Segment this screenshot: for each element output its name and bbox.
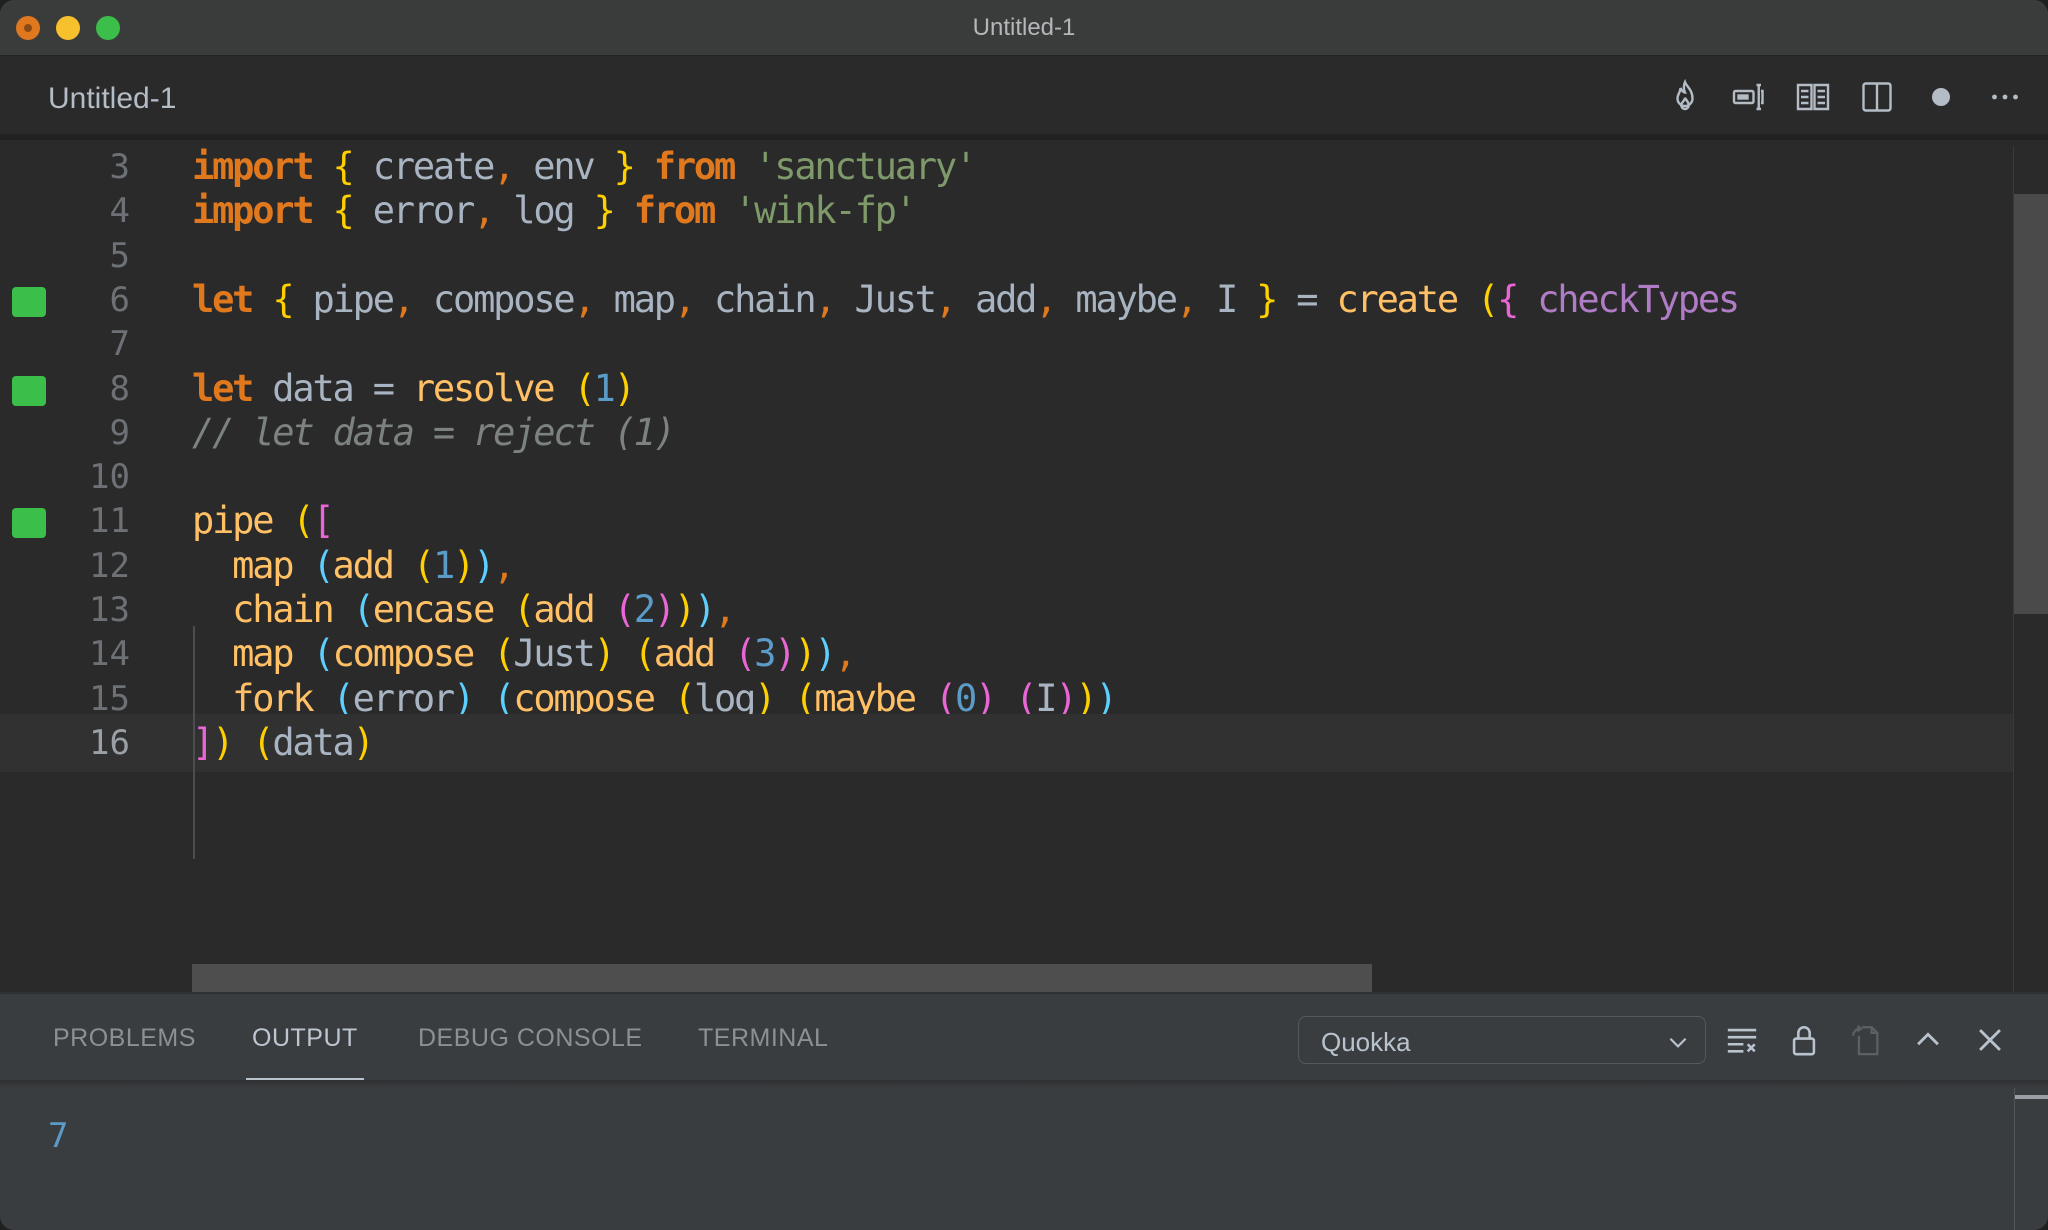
code-token: data — [272, 720, 355, 764]
split-editor-icon[interactable] — [1856, 76, 1898, 118]
line-number: 16 — [89, 722, 130, 763]
editor-window: Untitled-1 Untitled-1 3 import {create,… — [0, 0, 2048, 1230]
coverage-marker — [12, 375, 46, 406]
tab-debug-console[interactable]: DEBUG CONSOLE — [418, 1024, 643, 1053]
panel-scrollbar[interactable] — [2015, 1095, 2048, 1099]
window-title: Untitled-1 — [972, 14, 1076, 41]
tab-untitled-1[interactable]: Untitled-1 — [48, 82, 176, 116]
indent-guide — [193, 626, 195, 859]
coverage-marker — [12, 508, 46, 539]
title-bar: Untitled-1 — [0, 0, 2048, 56]
code-line[interactable]: 16]) (data) — [0, 713, 2014, 772]
code-token: ) — [352, 720, 375, 764]
vertical-scrollbar[interactable] — [2014, 194, 2048, 614]
open-log-file-icon[interactable] — [1844, 1016, 1888, 1064]
more-actions-icon[interactable] — [1984, 76, 2026, 118]
close-panel-icon[interactable] — [1968, 1016, 2012, 1064]
bottom-panel: PROBLEMS OUTPUT DEBUG CONSOLE TERMINAL Q… — [0, 992, 2048, 1230]
unsaved-dot-icon[interactable] — [1920, 76, 1962, 118]
line-code: ]) (data) — [192, 714, 375, 772]
code-token: ) — [212, 720, 234, 764]
panel-scroll-track — [2014, 1088, 2015, 1230]
output-channel-value: Quokka — [1321, 1027, 1411, 1057]
lock-scroll-icon[interactable] — [1782, 1016, 1826, 1064]
output-channel-select[interactable]: Quokka — [1298, 1016, 1706, 1064]
quokka-flame-icon[interactable] — [1664, 76, 1706, 118]
live-share-icon[interactable] — [1728, 76, 1770, 118]
tab-terminal[interactable]: TERMINAL — [698, 1024, 828, 1053]
clear-output-icon[interactable] — [1720, 1016, 1764, 1064]
panel-actions — [1720, 1016, 2012, 1064]
code-token: ( — [252, 720, 274, 764]
code-token: ] — [192, 720, 214, 764]
output-value: 7 — [48, 1116, 69, 1156]
chevron-down-icon — [1669, 1037, 1687, 1048]
horizontal-scrollbar[interactable] — [192, 964, 1372, 992]
panel-divider — [0, 1080, 2048, 1088]
tab-output[interactable]: OUTPUT — [252, 1024, 358, 1053]
code-editor[interactable]: 3 import { create, env } from 'sanctuary'… — [0, 145, 2048, 992]
tab-problems[interactable]: PROBLEMS — [53, 1024, 196, 1053]
open-preview-icon[interactable] — [1792, 76, 1834, 118]
coverage-marker — [12, 286, 46, 317]
editor-tab-bar: Untitled-1 — [0, 56, 2048, 140]
editor-actions — [1664, 76, 2026, 118]
maximize-panel-icon[interactable] — [1906, 1016, 1950, 1064]
